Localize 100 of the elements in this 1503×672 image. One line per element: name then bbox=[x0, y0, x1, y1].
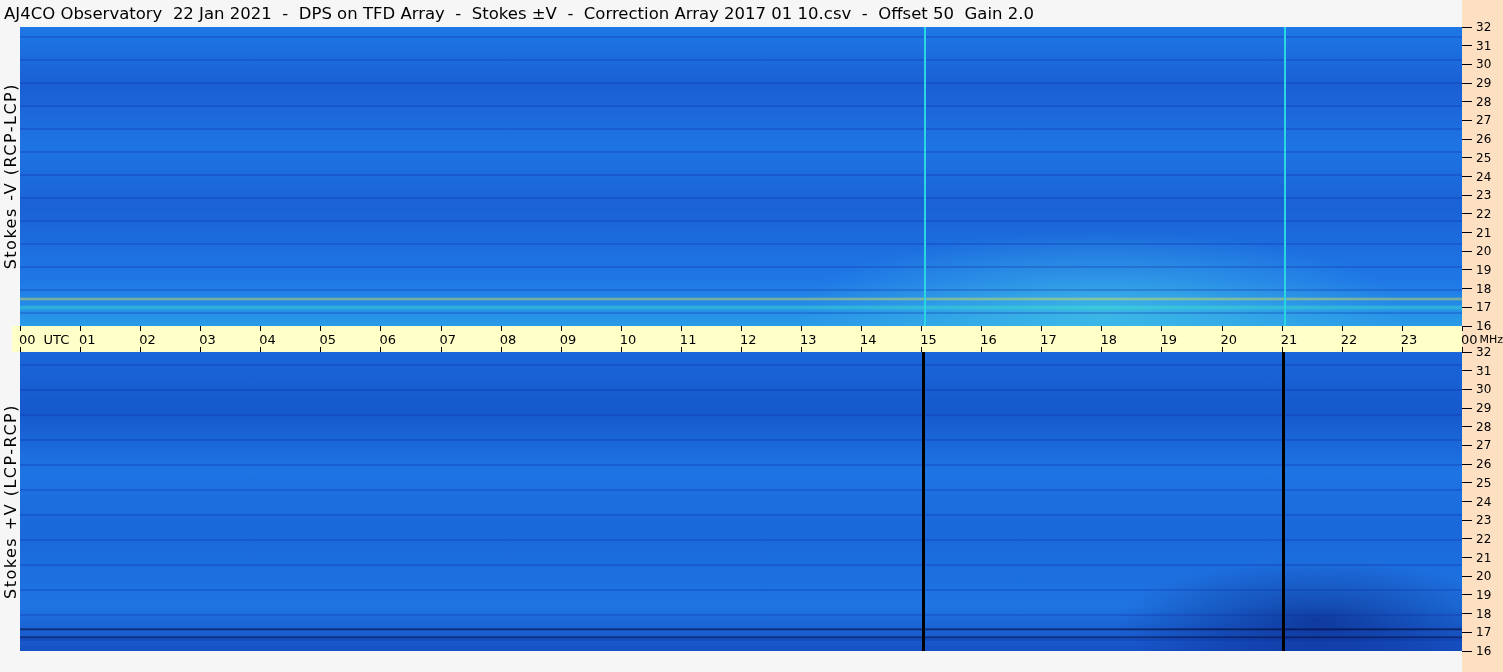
tick-mark bbox=[500, 326, 502, 331]
tick-mark bbox=[1462, 101, 1472, 103]
tick-mark bbox=[801, 347, 802, 352]
frequency-unit-label: MHz bbox=[1479, 332, 1503, 346]
tick-mark bbox=[1221, 347, 1223, 352]
tick-mark bbox=[1462, 63, 1472, 65]
frequency-label: 23 bbox=[1476, 189, 1492, 202]
tick-mark bbox=[1462, 557, 1472, 559]
frequency-label: 29 bbox=[1476, 402, 1492, 415]
tick-mark bbox=[1462, 388, 1472, 390]
tick-mark bbox=[20, 326, 21, 331]
frequency-label: 17 bbox=[1476, 626, 1492, 639]
tick-mark bbox=[200, 347, 202, 352]
tick-mark bbox=[80, 326, 82, 331]
tick-mark bbox=[1161, 347, 1163, 352]
frequency-label: 24 bbox=[1476, 495, 1492, 508]
frequency-label: 27 bbox=[1476, 439, 1492, 452]
frequency-label: 27 bbox=[1476, 114, 1492, 127]
time-label: 15 bbox=[920, 331, 937, 347]
tick-mark bbox=[200, 326, 202, 331]
tick-mark bbox=[1462, 631, 1472, 633]
tick-mark bbox=[680, 347, 682, 352]
tick-mark bbox=[801, 326, 802, 331]
tick-mark bbox=[1462, 82, 1472, 84]
tick-mark bbox=[1041, 347, 1043, 352]
frequency-label: 24 bbox=[1476, 170, 1492, 183]
frequency-label: 29 bbox=[1476, 77, 1492, 90]
tick-mark bbox=[1462, 501, 1472, 502]
time-label: 18 bbox=[1100, 331, 1117, 347]
tick-mark bbox=[380, 326, 382, 331]
tick-mark bbox=[921, 347, 923, 352]
tick-mark bbox=[1462, 650, 1472, 652]
tick-mark bbox=[1462, 463, 1472, 465]
time-label: 20 bbox=[1220, 331, 1238, 347]
frequency-label: 32 bbox=[1476, 346, 1492, 358]
time-label: 10 bbox=[619, 331, 637, 347]
time-label: 05 bbox=[319, 331, 336, 347]
time-label: 14 bbox=[860, 331, 877, 347]
tick-mark bbox=[1462, 519, 1472, 521]
tick-mark bbox=[620, 326, 622, 331]
frequency-label: 22 bbox=[1476, 207, 1492, 220]
tick-mark bbox=[1462, 176, 1472, 177]
tick-mark bbox=[320, 347, 322, 352]
tick-mark bbox=[500, 347, 502, 352]
tick-mark bbox=[861, 326, 863, 331]
tick-mark bbox=[1462, 119, 1472, 121]
time-label: 07 bbox=[439, 331, 457, 347]
frequency-label: 17 bbox=[1476, 301, 1492, 314]
time-label: 11 bbox=[679, 331, 697, 347]
frequency-label: 19 bbox=[1476, 588, 1492, 601]
frequency-label: 30 bbox=[1476, 58, 1492, 71]
tick-mark bbox=[1462, 426, 1472, 428]
time-label: 17 bbox=[1040, 331, 1057, 347]
tick-mark bbox=[440, 326, 442, 331]
tick-mark bbox=[320, 326, 322, 331]
tick-mark bbox=[1462, 444, 1472, 446]
tick-mark bbox=[1462, 232, 1472, 234]
tick-mark bbox=[1462, 194, 1472, 196]
tick-mark bbox=[560, 326, 562, 331]
tick-mark bbox=[1462, 613, 1472, 615]
frequency-label: 23 bbox=[1476, 514, 1492, 527]
time-label: 00 bbox=[19, 331, 36, 347]
tick-mark bbox=[981, 326, 983, 331]
frequency-label: 30 bbox=[1476, 383, 1492, 396]
tick-mark bbox=[260, 347, 262, 352]
tick-mark bbox=[1462, 482, 1472, 484]
frequency-label: 21 bbox=[1476, 551, 1492, 564]
frequency-label: 32 bbox=[1476, 21, 1492, 33]
tick-mark bbox=[1341, 326, 1343, 331]
frequency-label: 18 bbox=[1476, 282, 1492, 295]
tick-mark bbox=[1041, 326, 1043, 331]
time-label: 23 bbox=[1400, 331, 1418, 347]
time-label: 02 bbox=[139, 331, 156, 347]
tick-mark bbox=[1462, 306, 1472, 308]
time-label: 09 bbox=[559, 331, 577, 347]
tick-mark bbox=[680, 326, 682, 331]
tick-mark bbox=[1462, 213, 1472, 215]
frequency-label: 20 bbox=[1476, 245, 1492, 258]
frequency-label: 19 bbox=[1476, 263, 1492, 276]
frequency-label: 26 bbox=[1476, 133, 1492, 146]
time-unit-label: UTC bbox=[43, 331, 70, 347]
tick-mark bbox=[1401, 347, 1403, 352]
tick-mark bbox=[1101, 347, 1103, 352]
tick-mark bbox=[620, 347, 622, 352]
frequency-label: 31 bbox=[1476, 39, 1492, 52]
tick-mark bbox=[1462, 594, 1472, 596]
frequency-label: 25 bbox=[1476, 476, 1492, 489]
tick-mark bbox=[1161, 326, 1163, 331]
window-title: AJ4CO Observatory 22 Jan 2021 - DPS on TFD Array - Stokes ±V - Correction Array 2017 01 10.csv - Offset 50 Gain 2.0 bbox=[3, 4, 1034, 23]
tick-mark bbox=[981, 347, 983, 352]
panel-label: Stokes -V (RCP-LCP) bbox=[0, 83, 20, 270]
tick-mark bbox=[1462, 407, 1472, 409]
frequency-label: 28 bbox=[1476, 420, 1492, 433]
time-label: 19 bbox=[1160, 331, 1178, 347]
tick-mark bbox=[1462, 370, 1472, 372]
tick-mark bbox=[1462, 575, 1472, 577]
tick-mark bbox=[1462, 269, 1472, 271]
tick-mark bbox=[1462, 45, 1472, 47]
tick-mark bbox=[260, 326, 262, 331]
frequency-label: 22 bbox=[1476, 532, 1492, 545]
